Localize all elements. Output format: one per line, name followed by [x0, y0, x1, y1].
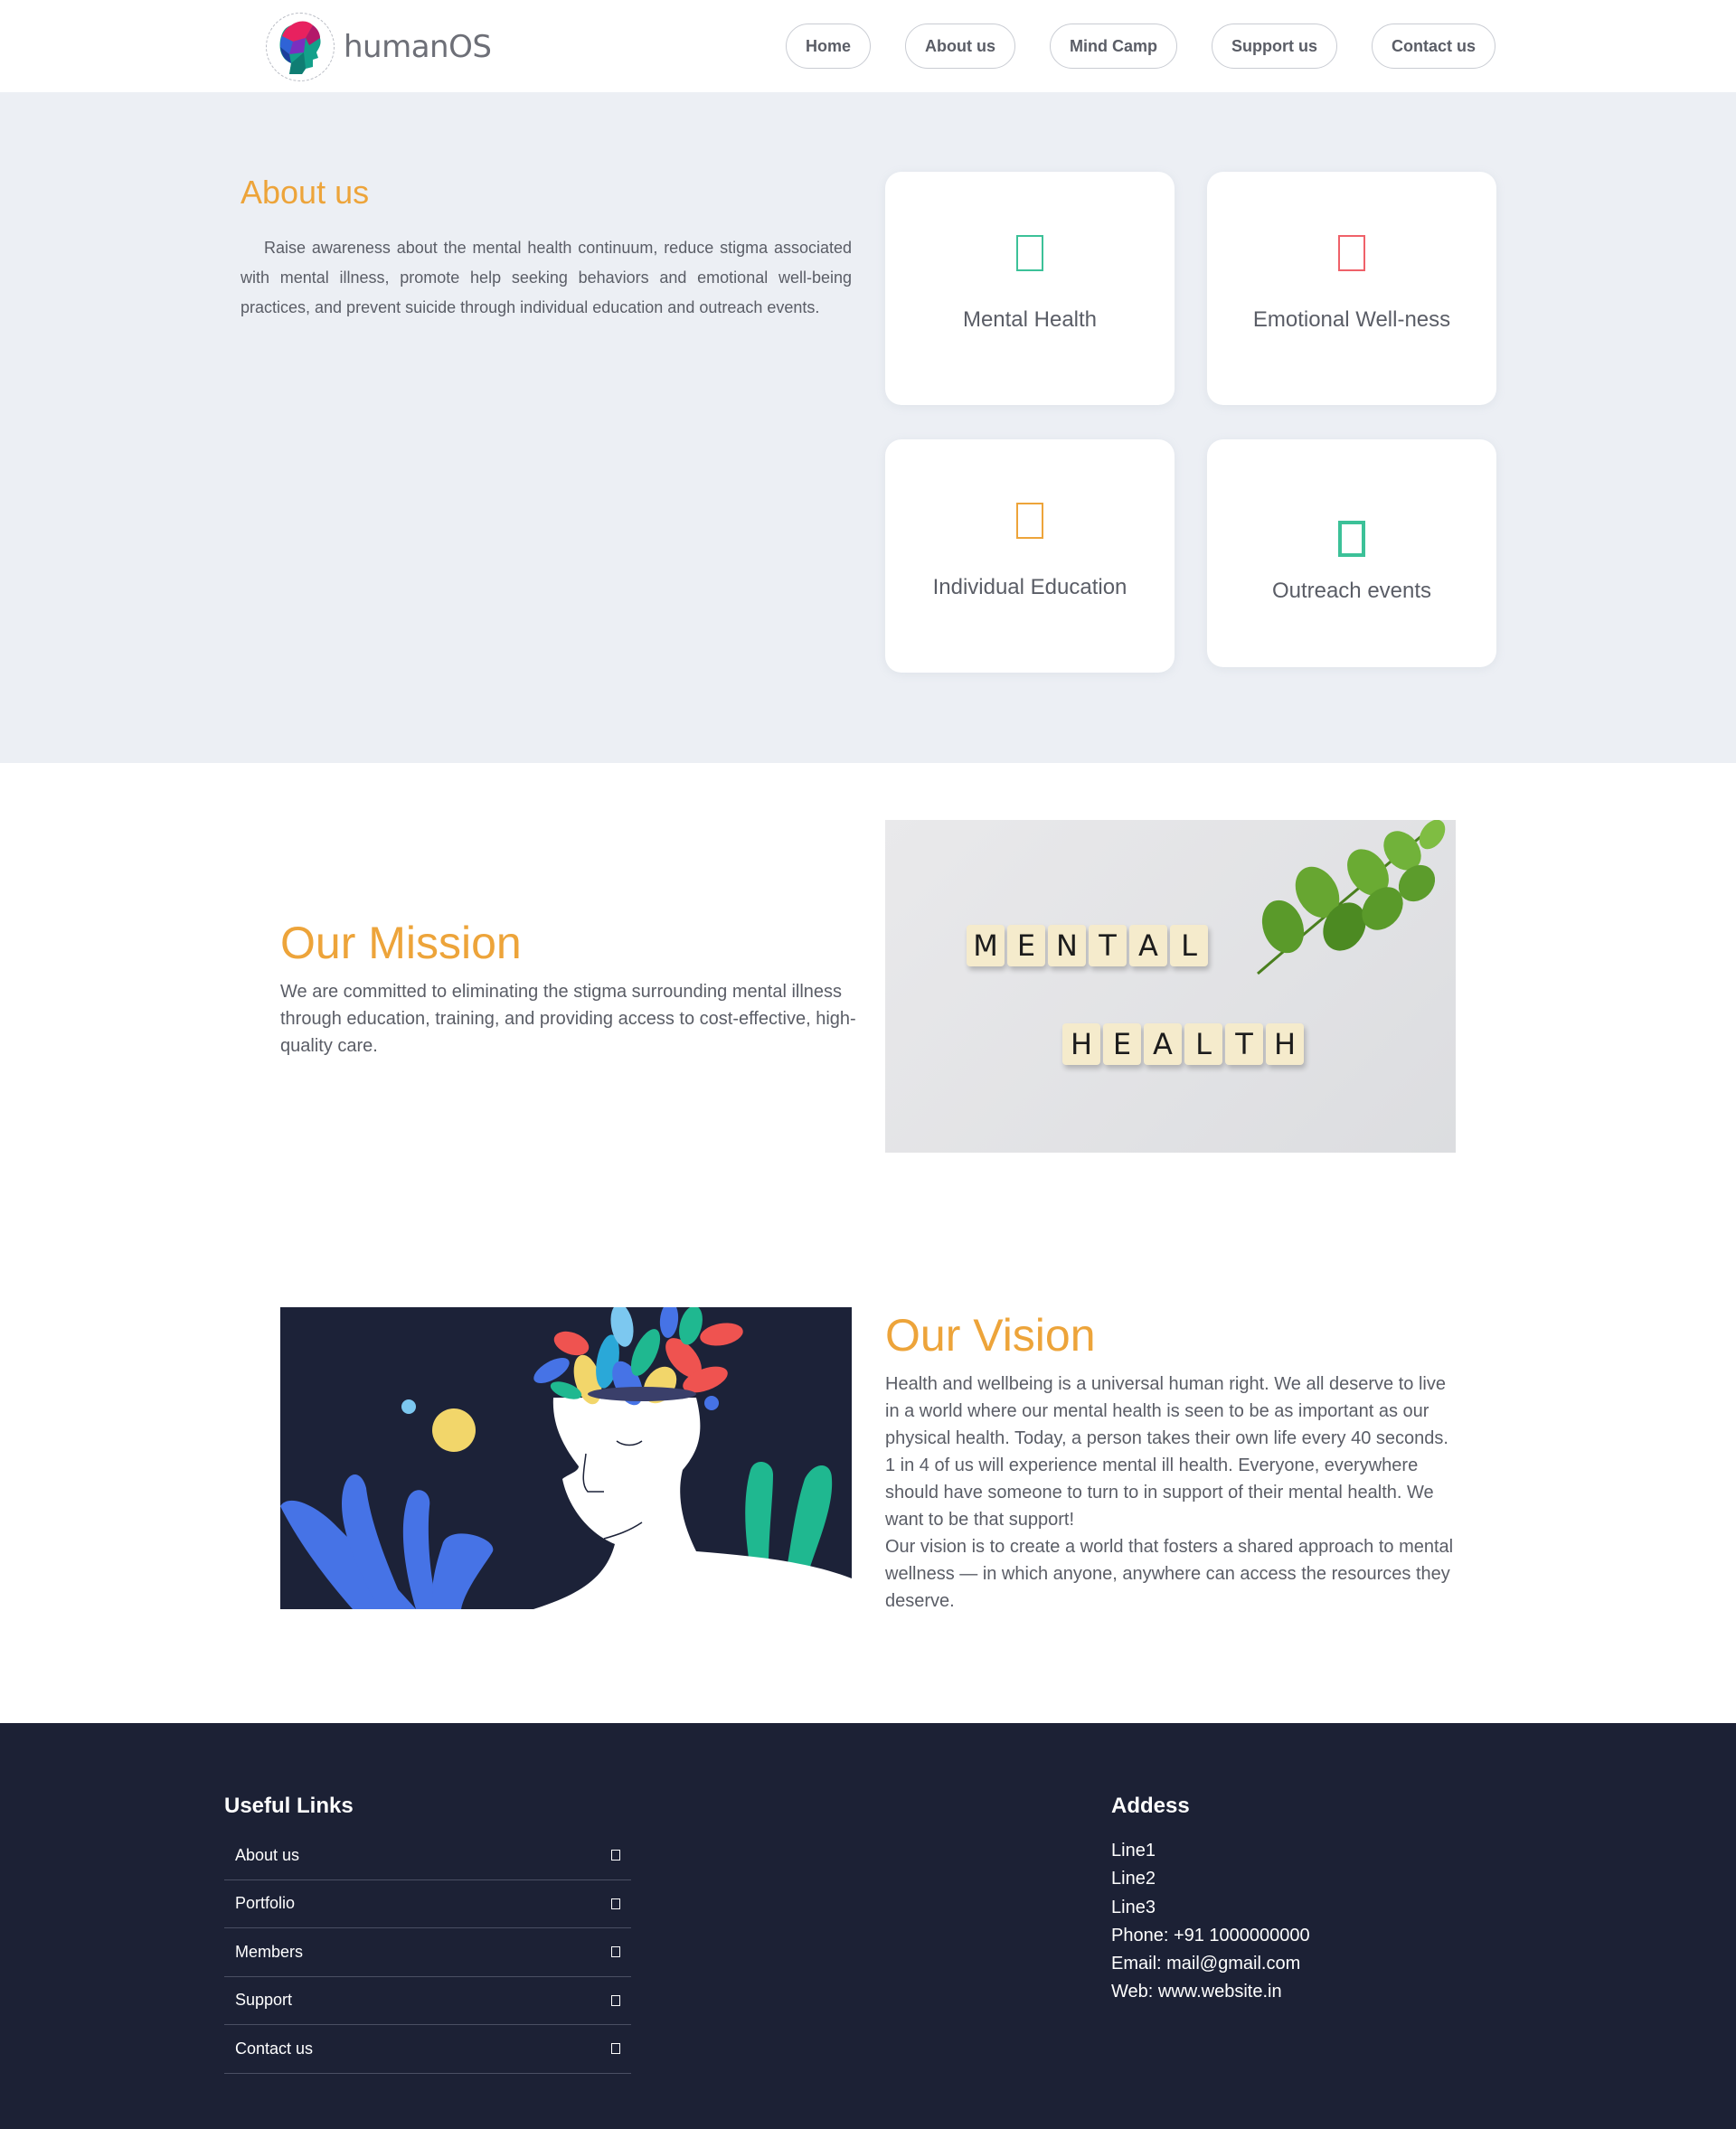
address-line: Line2 [1111, 1869, 1156, 1889]
card-label: Individual Education [932, 575, 1127, 599]
address-block: Line1 Line2 Line3 Phone: +91 1000000000 … [1111, 1837, 1310, 2007]
education-icon [1016, 503, 1043, 539]
mission-description: We are committed to eliminating the stig… [280, 982, 856, 1056]
wellness-icon [1338, 235, 1365, 271]
link-arrow-icon [611, 1898, 620, 1909]
mission-title: Our Mission [280, 918, 522, 968]
address-title: Addess [1111, 1794, 1190, 1818]
link-arrow-icon [611, 1850, 620, 1861]
about-title: About us [241, 174, 370, 211]
card-individual-education[interactable]: Individual Education [885, 439, 1175, 673]
link-arrow-icon [611, 1946, 620, 1958]
web-line: Web: www.website.in [1111, 1982, 1282, 2002]
card-label: Emotional Well-ness [1252, 307, 1451, 332]
nav-contact-button[interactable]: Contact us [1371, 24, 1495, 69]
address-line: Line1 [1111, 1841, 1156, 1861]
head-logo-icon [266, 13, 335, 81]
about-section: About us Raise awareness about the menta… [0, 92, 1736, 763]
mental-health-icon [1016, 235, 1043, 271]
address-line: Line3 [1111, 1897, 1156, 1917]
card-outreach-events[interactable]: Outreach events [1207, 439, 1496, 667]
card-label: Mental Health [962, 307, 1098, 332]
website-link[interactable]: www.website.in [1158, 1982, 1282, 2002]
link-arrow-icon [611, 2043, 620, 2055]
phone-number: +91 1000000000 [1173, 1925, 1310, 1945]
card-mental-health[interactable]: Mental Health [885, 172, 1175, 405]
nav-about-button[interactable]: About us [904, 24, 1015, 69]
brand-name: humanOS [344, 29, 492, 65]
about-description: Raise awareness about the mental health … [241, 239, 852, 316]
mental-health-tiles-image: MENTAL HEALTH [885, 820, 1456, 1153]
useful-links-title: Useful Links [224, 1794, 354, 1818]
footer-link-members[interactable]: Members [224, 1928, 631, 1977]
footer-link-about[interactable]: About us [224, 1832, 631, 1880]
outreach-icon [1338, 521, 1365, 557]
main-nav: Home About us Mind Camp Support us Conta… [785, 24, 1495, 69]
footer-link-support[interactable]: Support [224, 1977, 631, 2025]
site-header: humanOS Home About us Mind Camp Support … [0, 0, 1736, 92]
email-line: Email: mail@gmail.com [1111, 1954, 1301, 1974]
vision-description: Health and wellbeing is a universal huma… [885, 1371, 1455, 1615]
vision-section: Our Vision Health and wellbeing is a uni… [0, 1269, 1736, 1723]
nav-home-button[interactable]: Home [785, 24, 871, 69]
vision-title: Our Vision [885, 1310, 1096, 1361]
email-link[interactable]: mail@gmail.com [1166, 1954, 1300, 1974]
link-arrow-icon [611, 1994, 620, 2006]
phone-line: Phone: +91 1000000000 [1111, 1925, 1310, 1945]
mind-illustration-image [280, 1307, 852, 1609]
footer-link-contact[interactable]: Contact us [224, 2025, 631, 2074]
vision-paragraph: Health and wellbeing is a universal huma… [885, 1374, 1448, 1530]
useful-links-list: About us Portfolio Members Support Conta… [224, 1832, 631, 2074]
brand-logo[interactable]: humanOS [266, 13, 492, 81]
vision-paragraph: Our vision is to create a world that fos… [885, 1537, 1454, 1611]
card-emotional-wellness[interactable]: Emotional Well-ness [1207, 172, 1496, 405]
footer-link-portfolio[interactable]: Portfolio [224, 1880, 631, 1928]
tiles-word-health: HEALTH [1062, 1023, 1304, 1065]
leaf-sprig-icon [1257, 820, 1446, 975]
nav-support-button[interactable]: Support us [1211, 24, 1337, 69]
nav-mind-camp-button[interactable]: Mind Camp [1049, 24, 1177, 69]
mission-section: Our Mission We are committed to eliminat… [0, 763, 1736, 1269]
site-footer: Useful Links About us Portfolio Members … [0, 1723, 1736, 2129]
card-label: Outreach events [1271, 579, 1432, 603]
tiles-word-mental: MENTAL [967, 925, 1208, 966]
